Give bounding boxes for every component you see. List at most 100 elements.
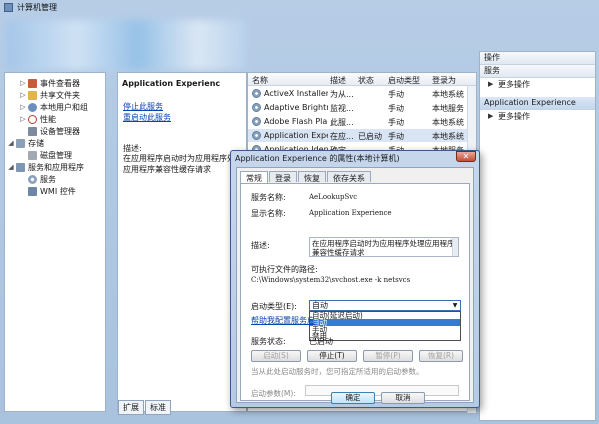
- cell-name: Application Expe...: [264, 131, 328, 140]
- tree-item-label: 性能: [40, 114, 56, 124]
- option-manual[interactable]: 手动: [310, 326, 460, 334]
- service-title: Application Experienc: [122, 79, 221, 88]
- table-row[interactable]: Adaptive Brightn... 监视... 手动 本地服务: [248, 101, 476, 114]
- cell-logon: 本地系统: [432, 118, 464, 127]
- storage-icon: [16, 138, 25, 148]
- dialog-title: Application Experience 的属性(本地计算机): [235, 154, 400, 163]
- actions-section-services[interactable]: 服务: [480, 65, 595, 78]
- path-value: C:\Windows\system32\svchost.exe -k netsv…: [251, 276, 411, 284]
- cell-name: Adobe Flash Pla...: [264, 117, 328, 126]
- chevron-down-icon[interactable]: ▼: [451, 302, 459, 309]
- blurred-area: [6, 20, 246, 70]
- option-auto-delayed[interactable]: 自动(延迟启动): [310, 312, 460, 320]
- resume-button[interactable]: 恢复(R): [419, 350, 463, 362]
- col-header-name[interactable]: 名称: [252, 75, 268, 86]
- table-row-selected[interactable]: Application Expe... 在应... 已启动 手动 本地系统: [248, 129, 476, 142]
- tree-expander[interactable]: ◢: [7, 163, 15, 171]
- cell-startup: 手动: [388, 90, 404, 99]
- cell-desc: 监视...: [330, 104, 354, 113]
- tree-item-device-manager[interactable]: 设备管理器: [19, 125, 80, 137]
- start-params-label: 启动参数(M):: [251, 389, 296, 398]
- tab-extended[interactable]: 扩展: [118, 400, 144, 415]
- tree-item-event-viewer[interactable]: ▷ 事件查看器: [19, 77, 80, 89]
- option-auto[interactable]: 自动: [310, 319, 460, 326]
- tab-recovery[interactable]: 恢复: [298, 171, 326, 183]
- actions-section-service[interactable]: Application Experience: [480, 97, 595, 110]
- window-title: 计算机管理: [17, 2, 57, 12]
- cell-name: ActiveX Installer ...: [264, 89, 328, 98]
- stop-service-link[interactable]: 停止此服务: [123, 101, 163, 112]
- tab-logon[interactable]: 登录: [269, 171, 297, 183]
- table-row[interactable]: Adobe Flash Pla... 此服... 手动 本地系统: [248, 115, 476, 128]
- tree-item-wmi[interactable]: WMI 控件: [19, 185, 76, 197]
- tab-general[interactable]: 常规: [240, 171, 268, 183]
- tree-item-label: 服务和应用程序: [28, 162, 84, 172]
- description-scrollbar[interactable]: [452, 238, 458, 256]
- tree-item-disk-management[interactable]: 磁盘管理: [19, 149, 72, 161]
- cancel-button[interactable]: 取消: [381, 392, 425, 404]
- tree-item-performance[interactable]: ▷ 性能: [19, 113, 56, 125]
- close-icon[interactable]: ✕: [456, 151, 476, 162]
- performance-icon: [28, 114, 37, 124]
- general-tab-panel: 服务名称: AeLookupSvc 显示名称: Application Expe…: [240, 183, 470, 401]
- cell-logon: 本地系统: [432, 90, 464, 99]
- tree-item-label: 共享文件夹: [40, 90, 80, 100]
- pause-button[interactable]: 暂停(P): [363, 350, 413, 362]
- gear-icon: [252, 131, 261, 140]
- start-params-hint: 当从此处启动服务时，您可指定所适用的启动参数。: [251, 367, 424, 376]
- cell-startup: 手动: [388, 132, 404, 141]
- tree-item-services-apps[interactable]: ◢ 服务和应用程序: [7, 161, 84, 173]
- cell-desc: 为从...: [330, 90, 354, 99]
- startup-type-select[interactable]: 自动 ▼: [309, 300, 461, 311]
- disk-icon: [28, 150, 37, 160]
- services-apps-icon: [16, 162, 25, 172]
- tree-item-label: 本地用户和组: [40, 102, 88, 112]
- col-header-status[interactable]: 状态: [358, 75, 374, 86]
- computer-management-window: 计算机管理 ▷ 事件查看器 ▷ 共享文件夹 ▷ 本地用户和组 ▷ 性能 设备管理…: [0, 0, 599, 424]
- actions-header: 操作: [480, 52, 595, 65]
- tree-item-shared-folders[interactable]: ▷ 共享文件夹: [19, 89, 80, 101]
- tree-item-label: 服务: [40, 174, 56, 184]
- tree-item-services[interactable]: 服务: [19, 173, 56, 185]
- tree-expander[interactable]: ▷: [19, 115, 27, 123]
- display-name-value: Application Experience: [309, 209, 392, 217]
- col-header-logon[interactable]: 登录为: [432, 75, 456, 86]
- more-actions-label: 更多操作: [498, 80, 530, 89]
- tree-item-label: 事件查看器: [40, 78, 80, 88]
- gear-icon: [252, 103, 261, 112]
- table-row[interactable]: ActiveX Installer ... 为从... 手动 本地系统: [248, 87, 476, 100]
- path-label: 可执行文件的路径:: [251, 265, 318, 274]
- tree-item-local-users[interactable]: ▷ 本地用户和组: [19, 101, 88, 113]
- cell-desc: 此服...: [330, 118, 354, 127]
- tree-expander[interactable]: ▷: [19, 91, 27, 99]
- tree-item-storage[interactable]: ◢ 存储: [7, 137, 44, 149]
- service-description-pane: Application Experienc 停止此服务 重启动此服务 描述: 在…: [117, 72, 247, 412]
- shared-folder-icon: [28, 90, 37, 100]
- help-configure-link[interactable]: 帮助我配置服务启: [251, 315, 315, 326]
- tree-item-label: 存储: [28, 138, 44, 148]
- tab-dependencies[interactable]: 依存关系: [327, 171, 371, 183]
- start-button[interactable]: 启动(S): [251, 350, 301, 362]
- view-tabs: 扩展 标准: [118, 400, 172, 415]
- window-titlebar[interactable]: 计算机管理: [0, 0, 599, 14]
- cell-status: 已启动: [358, 132, 382, 141]
- service-name-label: 服务名称:: [251, 193, 286, 202]
- cell-logon: 本地系统: [432, 132, 464, 141]
- col-header-desc[interactable]: 描述: [330, 75, 346, 86]
- stop-button[interactable]: 停止(T): [307, 350, 357, 362]
- more-actions-service[interactable]: ▶ 更多操作: [480, 110, 595, 123]
- actions-pane: 操作 服务 ▶ 更多操作 Application Experience ▶ 更多…: [479, 51, 596, 421]
- more-actions-services[interactable]: ▶ 更多操作: [480, 78, 595, 91]
- tree-expander[interactable]: ◢: [7, 139, 15, 147]
- tree-expander[interactable]: ▷: [19, 103, 27, 111]
- gear-icon: [28, 174, 37, 184]
- col-header-startup[interactable]: 启动类型: [388, 75, 420, 86]
- description-box[interactable]: 在应用程序启动时为应用程序处理应用程序兼容性缓存请求: [309, 237, 459, 257]
- ok-button[interactable]: 确定: [331, 392, 375, 404]
- tree-expander[interactable]: ▷: [19, 79, 27, 87]
- service-properties-dialog: Application Experience 的属性(本地计算机) ✕ 常规 登…: [230, 150, 480, 408]
- tab-standard[interactable]: 标准: [145, 400, 171, 415]
- tree-item-label: 磁盘管理: [40, 150, 72, 160]
- restart-service-link[interactable]: 重启动此服务: [123, 112, 171, 123]
- computer-management-icon: [4, 2, 13, 12]
